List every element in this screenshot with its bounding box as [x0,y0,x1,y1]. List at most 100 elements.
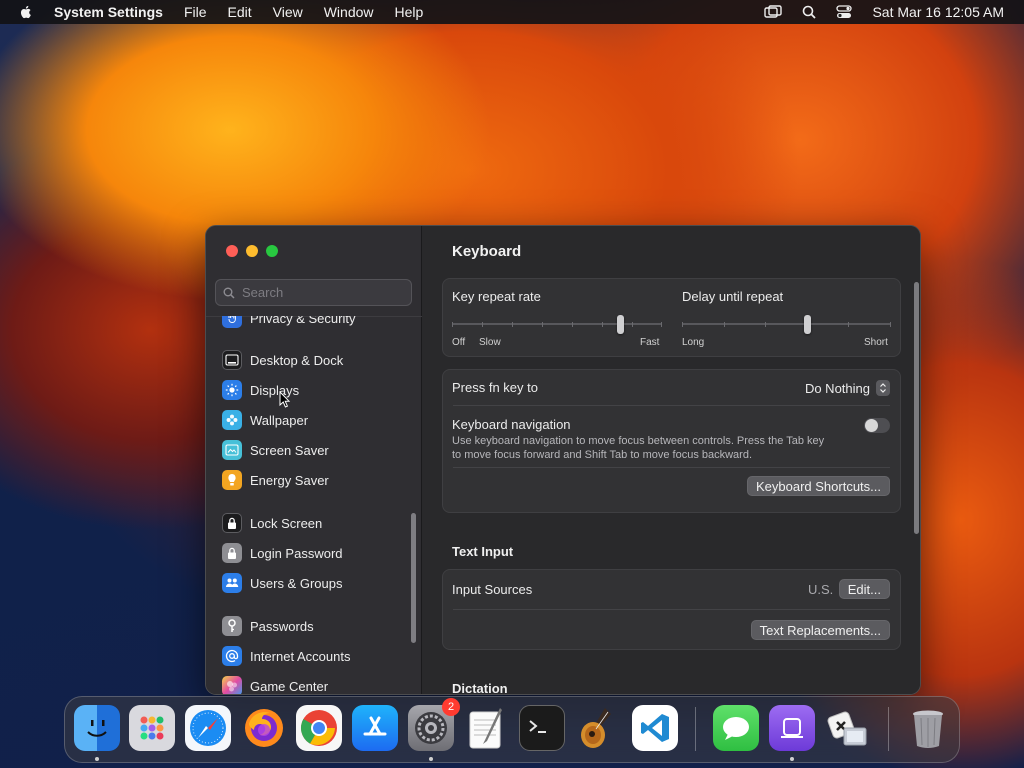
sidebar-item-wallpaper[interactable]: Wallpaper [222,409,308,431]
keyboard-nav-description-line2: to move focus forward and Shift Tab to m… [452,449,753,461]
keyboard-options-card: Press fn key to Do Nothing Keyboard navi… [442,369,901,513]
slider-long-label: Long [682,337,705,348]
close-button[interactable] [226,245,238,257]
key-icon [222,616,242,636]
trash-icon[interactable] [905,705,951,751]
sidebar-item-label: Desktop & Dock [250,352,344,368]
running-indicator [95,757,99,761]
fn-key-value: Do Nothing [804,380,870,396]
sidebar-item-passwords[interactable]: Passwords [222,615,314,637]
zoom-button[interactable] [266,245,278,257]
textedit-icon[interactable] [463,705,509,751]
apple-logo-icon[interactable] [18,4,34,20]
app-store-icon[interactable] [352,705,398,751]
minimize-button[interactable] [246,245,258,257]
keyboard-nav-toggle[interactable] [864,418,890,433]
dock-divider [888,707,889,751]
slider-thumb[interactable] [617,315,624,334]
mouse-pointer-icon [279,390,291,414]
sidebar-item-label: Game Center [250,678,329,694]
sidebar-item-screen-saver[interactable]: Screen Saver [222,439,329,461]
at-icon [222,646,242,666]
running-indicator [790,757,794,761]
delay-repeat-slider[interactable] [682,315,891,335]
vscode-icon[interactable] [632,705,678,751]
hand-icon [222,316,242,328]
input-sources-value: U.S. [808,582,834,597]
keyboard-nav-description-line1: Use keyboard navigation to move focus be… [452,435,825,447]
sidebar-item-label: Internet Accounts [250,648,351,664]
text-input-card: Input Sources U.S. Edit... Text Replacem… [442,569,901,650]
sidebar-item-privacy-security[interactable]: Privacy & Security [222,316,355,329]
menu-clock[interactable]: Sat Mar 16 12:05 AM [872,4,1004,20]
menu-bar: System Settings File Edit View Window He… [0,0,1024,24]
toggle-knob [865,419,878,432]
sidebar: Privacy & Security Desktop & Dock Displa… [206,226,422,694]
firefox-icon[interactable] [241,705,287,751]
menu-file[interactable]: File [184,4,207,20]
text-replacements-button[interactable]: Text Replacements... [750,620,890,640]
sidebar-item-game-center[interactable]: Game Center [222,675,329,694]
edit-input-sources-button[interactable]: Edit... [838,579,890,599]
sidebar-item-energy-saver[interactable]: Energy Saver [222,469,329,491]
sidebar-item-label: Privacy & Security [250,316,356,326]
sidebar-item-label: Lock Screen [250,515,323,531]
slider-fast-label: Fast [640,337,660,348]
sidebar-item-label: Screen Saver [250,442,329,458]
screen-mirroring-icon[interactable] [764,5,783,19]
finder-icon[interactable] [74,705,120,751]
sidebar-item-lock-screen[interactable]: Lock Screen [222,512,322,534]
podcast-icon[interactable] [769,705,815,751]
users-icon [222,573,242,593]
sidebar-scrollbar[interactable] [411,513,416,643]
slider-thumb[interactable] [804,315,812,334]
menu-edit[interactable]: Edit [228,4,252,20]
repeat-settings-card: Key repeat rate Delay until repeat Off S… [442,278,901,357]
sidebar-item-users-groups[interactable]: Users & Groups [222,572,342,594]
screen-saver-icon [222,440,242,460]
messages-icon[interactable] [713,705,759,751]
system-settings-icon[interactable]: 2 [408,698,460,751]
search-icon [223,287,235,299]
flower-icon [222,410,242,430]
garageband-icon[interactable] [575,705,621,751]
padlock-icon [222,543,242,563]
sidebar-item-label: Displays [250,382,300,398]
migration-assistant-icon[interactable] [825,705,871,751]
control-center-icon[interactable] [836,5,853,19]
sidebar-item-label: Passwords [250,618,314,634]
chevron-updown-icon [876,380,890,396]
terminal-icon[interactable] [519,705,565,751]
chrome-icon[interactable] [296,705,342,751]
fn-key-popup[interactable]: Do Nothing [805,380,890,396]
search-field[interactable] [215,279,412,306]
row-divider [453,609,890,610]
keyboard-pane: Keyboard Key repeat rate Delay until rep… [422,226,920,695]
sidebar-item-label: Users & Groups [250,575,343,591]
sidebar-item-login-password[interactable]: Login Password [222,542,343,564]
menu-window[interactable]: Window [324,4,374,20]
keyboard-shortcuts-button[interactable]: Keyboard Shortcuts... [746,476,890,496]
menu-help[interactable]: Help [395,4,424,20]
battery-icon [222,470,242,490]
input-sources-label: Input Sources [452,582,533,597]
spotlight-search-icon[interactable] [802,5,817,19]
window-controls [226,245,278,257]
key-repeat-slider[interactable] [452,315,662,335]
content-scrollbar[interactable] [914,282,919,534]
sidebar-item-desktop-dock[interactable]: Desktop & Dock [222,349,343,371]
sidebar-item-internet-accounts[interactable]: Internet Accounts [222,645,350,667]
menu-view[interactable]: View [273,4,303,20]
dock-icon [222,350,242,370]
sidebar-list: Privacy & Security Desktop & Dock Displa… [206,316,411,694]
launchpad-icon[interactable] [129,705,175,751]
search-input[interactable] [242,285,392,300]
menu-app-name[interactable]: System Settings [54,4,163,20]
sidebar-item-label: Login Password [250,545,343,561]
safari-icon[interactable] [185,705,231,751]
row-divider [453,467,890,468]
sidebar-item-label: Energy Saver [250,472,329,488]
dictation-section-title: Dictation [452,681,508,695]
slider-track [452,323,662,325]
delay-repeat-label: Delay until repeat [682,289,784,304]
